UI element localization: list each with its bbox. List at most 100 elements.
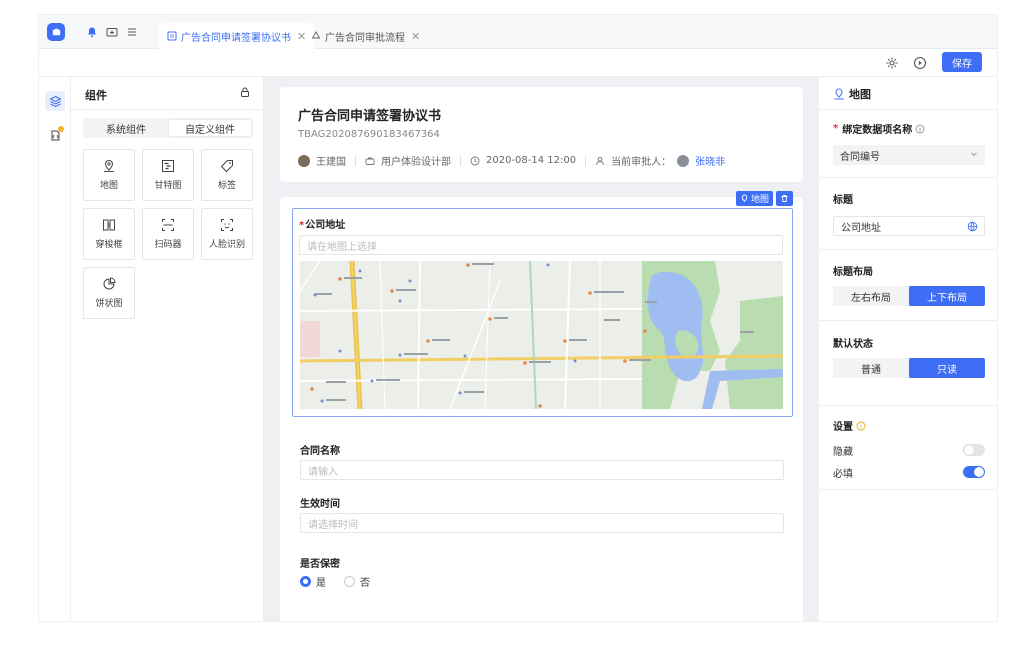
effective-time-input[interactable]: 请选择时间 [300, 513, 784, 533]
form-icon [167, 31, 177, 41]
title-input[interactable]: 公司地址 [833, 216, 985, 236]
bind-field-select[interactable]: 合同编号 [833, 145, 985, 165]
divider [819, 249, 997, 250]
tab-approval-flow[interactable]: 广告合同审批流程 ✕ [303, 23, 428, 49]
layers-icon [48, 95, 62, 107]
trash-icon [781, 195, 788, 202]
component-face-recognition[interactable]: 人脸识别 [201, 208, 253, 260]
confidential-yes-option[interactable]: 是 [300, 574, 326, 589]
component-label: 甘特图 [154, 181, 182, 191]
component-scanner[interactable]: 扫码器 [142, 208, 194, 260]
hidden-label: 隐藏 [833, 447, 853, 458]
field-type-badge[interactable]: 地图 [735, 191, 773, 206]
confidential-no-option[interactable]: 否 [344, 574, 370, 589]
notification-dot [58, 126, 64, 132]
lock-icon[interactable] [239, 86, 251, 98]
address-input[interactable]: 请在地图上选择 [299, 235, 783, 255]
state-readonly-option[interactable]: 只读 [909, 358, 985, 378]
component-label: 地图 [99, 181, 118, 191]
component-transfer[interactable]: 穿梭框 [83, 208, 135, 260]
settings-button[interactable] [884, 55, 900, 71]
option-label: 否 [360, 578, 370, 589]
divider [71, 109, 264, 110]
title-label: 标题 [833, 195, 853, 206]
tab-system-components[interactable]: 系统组件 [85, 120, 167, 136]
effective-time-label: 生效时间 [300, 499, 340, 510]
properties-panel: 地图 * 绑定数据项名称 合同编号 标题 公司地址 标题布局 左右布局 上下布局… [819, 77, 997, 621]
required-mark: * [299, 220, 305, 231]
tab-custom-components[interactable]: 自定义组件 [169, 120, 251, 136]
radio-no[interactable] [344, 576, 355, 587]
confidential-label: 是否保密 [300, 559, 340, 570]
transfer-icon [103, 219, 115, 231]
bell-icon[interactable] [85, 25, 99, 39]
radio-yes[interactable] [300, 576, 311, 587]
properties-title: 地图 [849, 88, 871, 101]
component-tag[interactable]: 标签 [201, 149, 253, 201]
form-card: 地图 *公司地址 请在地图上选择 合同名称 请输入 生效时间 请选择时间 是否保… [280, 191, 803, 621]
globe-icon[interactable] [967, 221, 978, 232]
top-bar: 广告合同申请签署协议书 ✕ 广告合同审批流程 ✕ [39, 15, 997, 49]
preview-button[interactable] [912, 55, 928, 71]
layout-vertical-option[interactable]: 上下布局 [909, 286, 985, 306]
address-label: *公司地址 [299, 220, 346, 231]
input-value: 公司地址 [841, 222, 881, 234]
map-pin-icon [834, 88, 844, 100]
close-icon[interactable]: ✕ [411, 30, 420, 43]
select-value: 合同编号 [840, 151, 880, 163]
clock-icon [470, 156, 480, 165]
tag-icon [220, 160, 233, 173]
form-canvas: 广告合同申请签署协议书 TBAG202087690183467364 王建国 用… [264, 77, 819, 621]
settings-label: 设置 [833, 418, 866, 433]
field-type-label: 地图 [750, 195, 769, 205]
scan-icon [162, 219, 174, 231]
default-state-switch: 普通 只读 [833, 358, 985, 378]
play-circle-icon [913, 56, 927, 70]
map-image [300, 261, 783, 409]
contract-name-input[interactable]: 请输入 [300, 460, 784, 480]
app-window: 广告合同申请签署协议书 ✕ 广告合同审批流程 ✕ 保存 组件 系统组件 自定义组… [38, 14, 998, 622]
info-icon[interactable] [856, 421, 866, 431]
editor-toolbar: 保存 [39, 49, 997, 77]
menu-icon[interactable] [125, 25, 139, 39]
save-button[interactable]: 保存 [942, 52, 982, 72]
hidden-toggle[interactable] [963, 444, 985, 456]
delete-field-button[interactable] [776, 191, 793, 206]
app-logo[interactable] [47, 23, 65, 41]
component-gantt[interactable]: 甘特图 [142, 149, 194, 201]
component-label: 人脸识别 [208, 240, 245, 250]
title-layout-label: 标题布局 [833, 267, 873, 278]
chevron-down-icon [971, 152, 977, 157]
map-view[interactable] [300, 261, 783, 409]
document-header-card: 广告合同申请签署协议书 TBAG202087690183467364 王建国 用… [280, 87, 803, 182]
rail-custom-code[interactable] [45, 125, 65, 145]
required-label: 必填 [833, 469, 853, 480]
component-map[interactable]: 地图 [83, 149, 135, 201]
divider [819, 320, 997, 321]
tab-contract-form[interactable]: 广告合同申请签署协议书 ✕ [159, 23, 315, 49]
avatar [677, 154, 690, 167]
required-toggle[interactable] [963, 466, 985, 478]
document-meta: 王建国 用户体验设计部 2020-08-14 12:00 当前审批人： 张晓非 [298, 153, 725, 168]
map-pin-icon [741, 194, 748, 202]
folder-add-icon[interactable] [105, 25, 119, 39]
components-panel: 组件 系统组件 自定义组件 地图 甘特图 标签 穿梭框 扫码器 人脸识别 饼状图 [71, 77, 264, 621]
avatar [298, 154, 310, 167]
title-layout-switch: 左右布局 上下布局 [833, 286, 985, 306]
approver-name[interactable]: 张晓非 [695, 153, 725, 168]
properties-header: 地图 [833, 86, 871, 102]
divider [819, 177, 997, 178]
rail-components[interactable] [45, 91, 65, 111]
info-icon[interactable] [915, 124, 925, 134]
gear-icon [886, 57, 898, 69]
address-field[interactable]: *公司地址 请在地图上选择 [292, 208, 793, 417]
approver-label: 当前审批人： [611, 157, 672, 168]
left-rail [39, 77, 71, 621]
state-normal-option[interactable]: 普通 [833, 358, 909, 378]
user-icon [596, 156, 605, 165]
layout-horizontal-option[interactable]: 左右布局 [833, 286, 909, 306]
divider [819, 489, 997, 490]
map-pin-icon [104, 159, 114, 172]
component-pie-chart[interactable]: 饼状图 [83, 267, 135, 319]
divider [585, 155, 587, 166]
